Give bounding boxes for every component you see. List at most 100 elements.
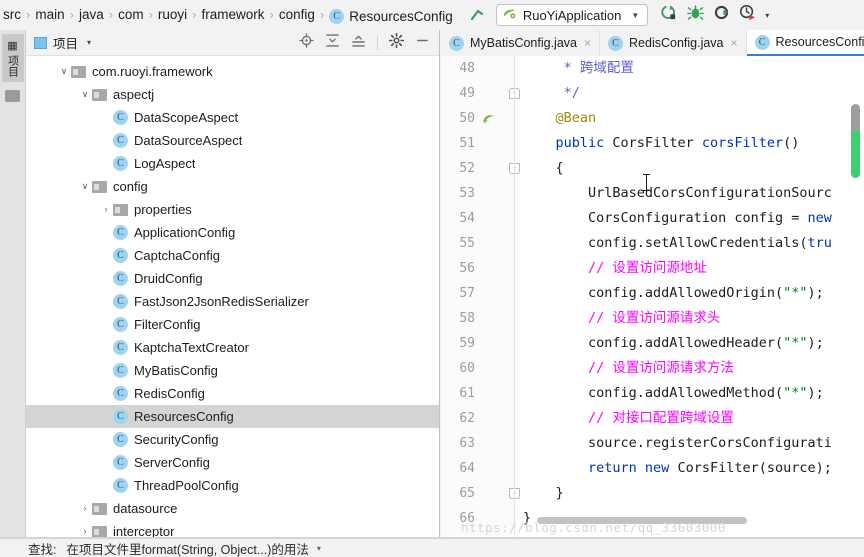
locate-icon[interactable] [299,32,314,53]
gutter-line[interactable]: 54 [441,206,516,231]
gutter-line[interactable]: 57 [441,281,516,306]
code-line[interactable]: config.addAllowedMethod("*"); [523,381,864,406]
gutter-line[interactable]: 56 [441,256,516,281]
tree-row[interactable]: C DataSourceAspect [26,129,439,152]
gutter-line[interactable]: 61 [441,381,516,406]
code-line[interactable]: config.setAllowCredentials(tru [523,231,864,256]
code-line[interactable]: public CorsFilter corsFilter() [523,131,864,156]
code-line[interactable]: @Bean [523,106,864,131]
chevron-down-icon[interactable]: ▼ [631,11,639,20]
debug-icon[interactable] [687,4,705,26]
breadcrumb-item-config[interactable]: config [278,0,316,29]
code-line[interactable]: UrlBasedCorsConfigurationSourc [523,181,864,206]
close-icon[interactable]: × [584,36,591,50]
editor-scrollbar[interactable] [851,104,860,178]
scrollbar-thumb[interactable] [851,130,860,178]
tree-row[interactable]: C ResourcesConfig [26,405,439,428]
tree-row[interactable]: › interceptor [26,520,439,538]
tree-row[interactable]: C DruidConfig [26,267,439,290]
gutter-line[interactable]: 65 [441,481,516,506]
tree-row[interactable]: C ServerConfig [26,451,439,474]
project-panel-title-group[interactable]: 项目 ▾ [34,33,91,52]
code-line[interactable]: config.addAllowedOrigin("*"); [523,281,864,306]
editor-tab[interactable]: C MyBatisConfig.java × [441,30,601,56]
tree-row[interactable]: › datasource [26,497,439,520]
code-line[interactable]: // 设置访问源请求头 [523,306,864,331]
code-line[interactable]: return new CorsFilter(source); [523,456,864,481]
editor-tab-bar[interactable]: C MyBatisConfig.java × C RedisConfig.java × C R… [441,30,864,56]
settings-gear-icon[interactable] [388,32,405,53]
breadcrumb-item-framework[interactable]: framework [201,0,266,29]
code-viewport[interactable]: 48-495051-52535455565758596061626364-656… [441,56,864,538]
code-line[interactable]: } [523,481,864,506]
collapse-all-icon[interactable] [351,33,366,53]
gutter-line[interactable]: 55 [441,231,516,256]
chevron-right-icon[interactable]: › [78,504,92,513]
code-line[interactable]: { [523,156,864,181]
chevron-right-icon[interactable]: › [78,527,92,536]
breadcrumb-item-src[interactable]: src [2,0,22,29]
tree-row[interactable]: › properties [26,198,439,221]
sidebar-item-project[interactable]: ▦ 项目 [1,34,24,82]
gutter-line[interactable]: 52 [441,156,516,181]
chevron-down-icon[interactable]: ∨ [57,67,71,76]
gutter-line[interactable]: 49 [441,81,516,106]
spring-bean-icon[interactable] [482,112,495,125]
gutter-line[interactable]: 50 [441,106,516,131]
project-tree[interactable]: ∨ com.ruoyi.framework ∨ aspectj C DataScopeAs… [26,56,439,538]
tree-row[interactable]: ∨ com.ruoyi.framework [26,60,439,83]
chevron-down-icon[interactable]: ∨ [78,90,92,99]
breadcrumb-item-ruoyi[interactable]: ruoyi [157,0,188,29]
gutter-line[interactable]: 64 [441,456,516,481]
favorites-folder-icon[interactable] [5,90,20,102]
tree-row[interactable]: ∨ aspectj [26,83,439,106]
editor-gutter[interactable]: 48-495051-52535455565758596061626364-656… [441,56,520,538]
tree-row[interactable]: C FastJson2JsonRedisSerializer [26,290,439,313]
breadcrumb[interactable]: src › main › java › com › ruoyi › framework › config… [2,0,454,30]
tree-row[interactable]: C ApplicationConfig [26,221,439,244]
tree-row[interactable]: C RedisConfig [26,382,439,405]
chevron-down-icon[interactable]: ▾ [317,544,321,553]
editor-tab[interactable]: C RedisConfig.java × [600,30,747,56]
code-line[interactable]: * 跨域配置 [523,56,864,81]
profiler-icon[interactable] [739,4,756,26]
gutter-line[interactable]: 63 [441,431,516,456]
breadcrumb-item-main[interactable]: main [34,0,65,29]
run-configuration-selector[interactable]: RuoYiApplication ▼ [495,4,649,26]
toolbar-overflow-icon[interactable]: ▾ [765,11,769,20]
tree-row[interactable]: ∨ config [26,175,439,198]
code-line[interactable]: source.registerCorsConfigurati [523,431,864,456]
chevron-right-icon[interactable]: › [99,205,113,214]
hide-panel-icon[interactable] [415,33,430,53]
gutter-line[interactable]: 53 [441,181,516,206]
tree-row[interactable]: C CaptchaConfig [26,244,439,267]
code-line[interactable]: */ [523,81,864,106]
code-line[interactable]: config.addAllowedHeader("*"); [523,331,864,356]
code-line[interactable]: // 设置访问源请求方法 [523,356,864,381]
tree-row[interactable]: C ThreadPoolConfig [26,474,439,497]
code-line[interactable]: CorsConfiguration config = new [523,206,864,231]
gutter-line[interactable]: 58 [441,306,516,331]
tree-row[interactable]: C DataScopeAspect [26,106,439,129]
code-line[interactable]: // 设置访问源地址 [523,256,864,281]
breadcrumb-item-java[interactable]: java [78,0,105,29]
tree-row[interactable]: C KaptchaTextCreator [26,336,439,359]
run-icon[interactable] [661,4,678,26]
chevron-down-icon[interactable]: ∨ [78,182,92,191]
gutter-line[interactable]: 60 [441,356,516,381]
gutter-line[interactable]: 62 [441,406,516,431]
breadcrumb-item-class[interactable]: C ResourcesConfig [328,1,454,30]
code-content[interactable]: * 跨域配置 */ @Bean public CorsFilter corsFi… [523,56,864,538]
tree-row[interactable]: C FilterConfig [26,313,439,336]
breadcrumb-item-com[interactable]: com [117,0,145,29]
run-with-coverage-icon[interactable] [713,4,730,26]
gutter-line[interactable]: 51 [441,131,516,156]
editor-tab[interactable]: CResourcesConfig.java× [746,30,864,56]
tree-row[interactable]: C MyBatisConfig [26,359,439,382]
close-icon[interactable]: × [731,36,738,50]
gutter-line[interactable]: 48 [441,56,516,81]
navigate-up-icon[interactable] [468,6,486,24]
gutter-line[interactable]: 59 [441,331,516,356]
tree-row[interactable]: C LogAspect [26,152,439,175]
expand-all-icon[interactable] [325,33,340,53]
